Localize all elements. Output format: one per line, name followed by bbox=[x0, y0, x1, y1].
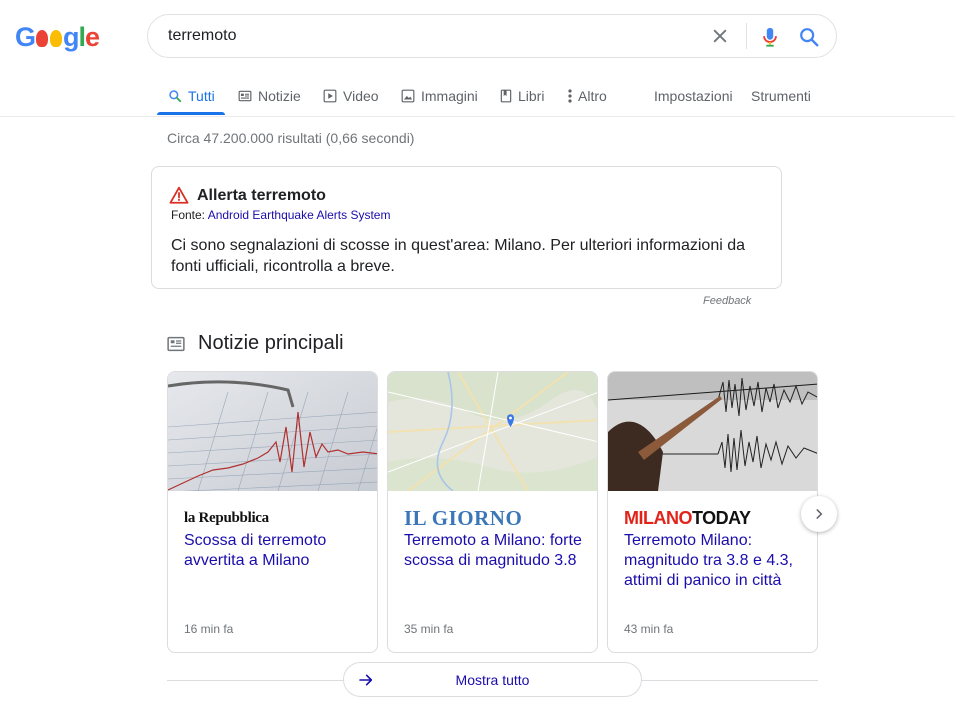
bulb-yellow-icon bbox=[50, 30, 63, 47]
bulb-red-icon bbox=[36, 30, 49, 47]
play-icon bbox=[323, 89, 337, 103]
news-time: 43 min fa bbox=[624, 622, 674, 636]
publisher-logo: la Repubblica bbox=[184, 510, 269, 526]
news-time: 16 min fa bbox=[184, 622, 234, 636]
tools-link[interactable]: Strumenti bbox=[751, 86, 811, 106]
tab-images[interactable]: Immagini bbox=[401, 86, 478, 106]
tab-video[interactable]: Video bbox=[323, 86, 379, 106]
book-icon bbox=[500, 89, 512, 103]
show-all-button[interactable]: Mostra tutto bbox=[343, 662, 642, 697]
tab-news[interactable]: Notizie bbox=[238, 86, 301, 106]
feedback-link[interactable]: Feedback bbox=[703, 295, 751, 307]
warning-icon bbox=[169, 186, 189, 204]
search-icon bbox=[169, 90, 182, 103]
map-image bbox=[388, 372, 597, 491]
news-card[interactable]: la Repubblica Scossa di terremoto avvert… bbox=[167, 371, 378, 653]
alert-title: Allerta terremoto bbox=[197, 187, 326, 204]
alert-source-link[interactable]: Android Earthquake Alerts System bbox=[208, 208, 391, 222]
chevron-right-icon bbox=[816, 509, 823, 519]
earthquake-alert-card: Allerta terremoto Fonte: Android Earthqu… bbox=[151, 166, 782, 289]
logo-letter-g2: g bbox=[63, 22, 79, 52]
alert-body: Ci sono segnalazioni di scosse in quest'… bbox=[171, 237, 746, 275]
search-input[interactable] bbox=[168, 15, 688, 57]
result-stats: Circa 47.200.000 risultati (0,66 secondi… bbox=[167, 130, 415, 146]
more-vert-icon bbox=[568, 89, 572, 103]
search-divider bbox=[746, 23, 747, 49]
seismograph-image bbox=[168, 372, 377, 491]
search-box bbox=[147, 14, 837, 58]
search-submit-icon[interactable] bbox=[798, 26, 820, 48]
microphone-icon[interactable] bbox=[759, 25, 781, 49]
logo-letter-e: e bbox=[85, 22, 100, 52]
news-icon bbox=[167, 336, 185, 351]
google-logo[interactable]: Ggle bbox=[15, 22, 100, 52]
image-icon bbox=[401, 89, 415, 103]
logo-letter-g: G bbox=[15, 22, 36, 52]
tab-all[interactable]: Tutti bbox=[168, 86, 215, 106]
news-icon bbox=[238, 90, 252, 102]
publisher-logo: MILANOTODAY bbox=[624, 508, 751, 528]
top-stories-heading: Notizie principali bbox=[167, 332, 344, 355]
publisher-logo: IL GIORNO bbox=[404, 506, 523, 530]
tab-books[interactable]: Libri bbox=[500, 86, 544, 106]
news-time: 35 min fa bbox=[404, 622, 454, 636]
seismogram-pen-image bbox=[608, 372, 817, 491]
news-card[interactable]: IL GIORNO Terremoto a Milano: forte scos… bbox=[387, 371, 598, 653]
alert-source: Fonte: Android Earthquake Alerts System bbox=[171, 208, 391, 222]
news-headline[interactable]: Terremoto a Milano: forte scossa di magn… bbox=[404, 531, 589, 571]
search-tabs: Tutti Notizie Video Immagini Libri Altro… bbox=[0, 78, 955, 117]
tab-more[interactable]: Altro bbox=[568, 86, 607, 106]
news-headline[interactable]: Terremoto Milano: magnitudo tra 3.8 e 4.… bbox=[624, 531, 809, 591]
news-headline[interactable]: Scossa di terremoto avvertita a Milano bbox=[184, 531, 369, 571]
active-tab-indicator bbox=[157, 112, 225, 115]
settings-link[interactable]: Impostazioni bbox=[654, 86, 733, 106]
clear-icon[interactable] bbox=[710, 26, 730, 46]
news-card[interactable]: MILANOTODAY Terremoto Milano: magnitudo … bbox=[607, 371, 818, 653]
carousel-next-button[interactable] bbox=[801, 496, 837, 532]
